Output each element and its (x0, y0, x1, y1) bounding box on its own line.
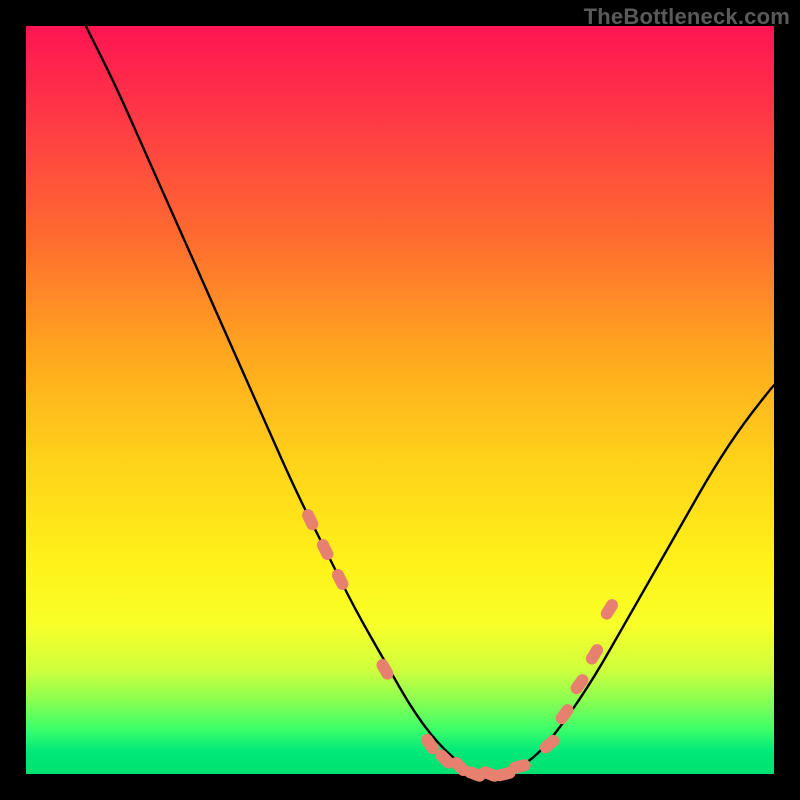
marker-point (315, 537, 336, 562)
marker-point (553, 702, 576, 727)
marker-point (568, 672, 591, 697)
watermark-text: TheBottleneck.com (584, 4, 790, 30)
marker-point (300, 507, 320, 532)
marker-point (330, 567, 351, 592)
marker-point (374, 657, 395, 682)
marker-point (599, 597, 621, 622)
marker-group (300, 507, 620, 783)
chart-frame: TheBottleneck.com (0, 0, 800, 800)
bottleneck-curve (86, 26, 774, 774)
marker-point (537, 732, 561, 756)
marker-point (508, 758, 532, 775)
chart-overlay (26, 26, 774, 774)
